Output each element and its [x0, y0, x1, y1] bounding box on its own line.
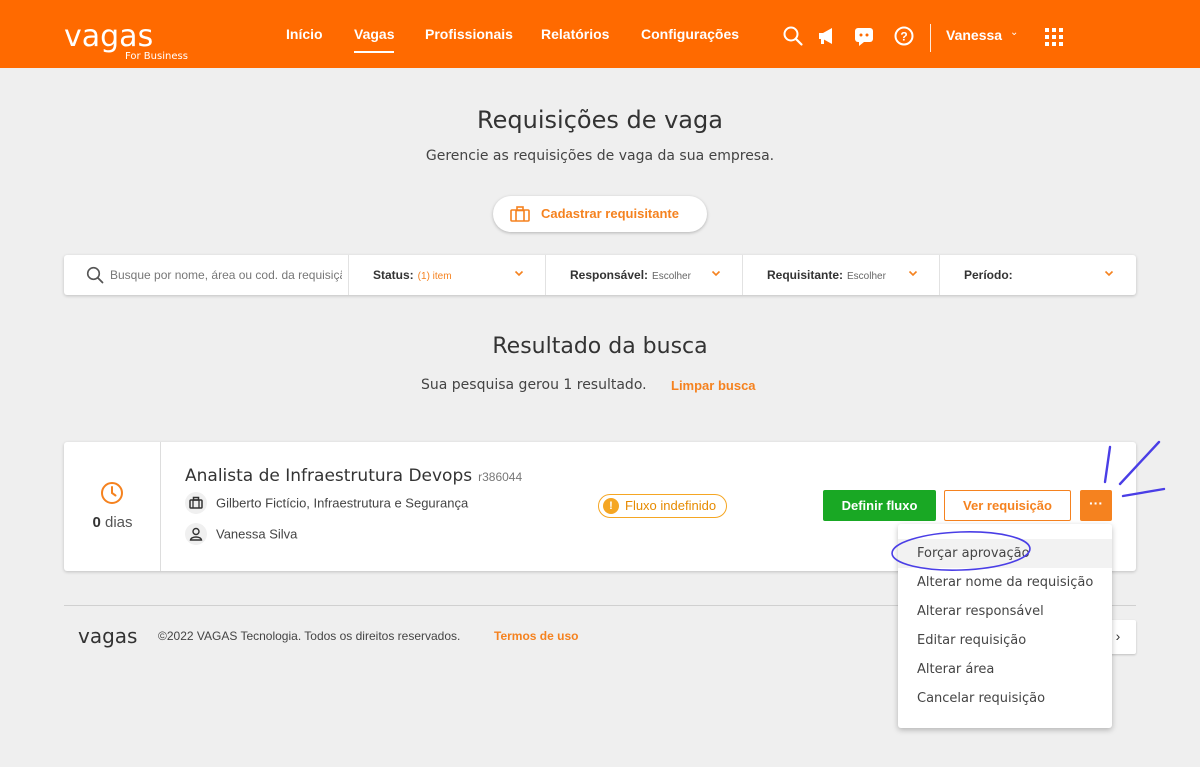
menu-item-editar-requisicao[interactable]: Editar requisição	[898, 626, 1112, 655]
nav-profissionais[interactable]: Profissionais	[425, 26, 513, 42]
menu-item-alterar-area[interactable]: Alterar área	[898, 655, 1112, 684]
status-filter[interactable]: Status: (1) item	[348, 255, 546, 295]
menu-item-cancelar-requisicao[interactable]: Cancelar requisição	[898, 684, 1112, 713]
status-filter-value: (1) item	[417, 271, 452, 282]
results-title: Resultado da busca	[492, 334, 708, 359]
logo-subtitle: For Business	[125, 51, 188, 62]
user-icon	[185, 523, 207, 545]
chevron-down-icon	[514, 270, 524, 277]
clock-icon	[101, 482, 123, 504]
briefcase-icon	[510, 206, 530, 222]
responsavel-filter-label: Responsável:	[570, 268, 649, 282]
requisitante-filter[interactable]: Requisitante: Escolher	[742, 255, 940, 295]
ver-requisicao-button[interactable]: Ver requisição	[944, 490, 1071, 521]
chevron-down-icon[interactable]: ⌄	[1010, 27, 1018, 38]
days-label: dias	[104, 514, 133, 531]
person-row: Vanessa Silva	[185, 523, 297, 545]
periodo-filter[interactable]: Período:	[939, 255, 1136, 295]
chevron-down-icon	[711, 270, 721, 277]
chevron-down-icon	[908, 270, 918, 277]
help-icon[interactable]: ?	[893, 25, 915, 47]
nav-configuracoes[interactable]: Configurações	[641, 26, 739, 42]
top-navbar: vagas For Business Início Vagas Profissi…	[0, 0, 1200, 68]
days-number: 0	[92, 514, 101, 531]
logo-wordmark: vagas	[64, 19, 154, 54]
periodo-filter-label: Período:	[964, 268, 1013, 282]
department-row: Gilberto Fictício, Infraestrutura e Segu…	[185, 492, 468, 514]
terms-link[interactable]: Termos de uso	[494, 629, 578, 643]
search-icon	[86, 266, 104, 284]
person-text: Vanessa Silva	[216, 526, 298, 542]
search-icon[interactable]	[782, 25, 804, 47]
apps-grid-icon[interactable]	[1045, 28, 1063, 46]
job-title-text: Analista de Infraestrutura Devops	[185, 466, 473, 486]
page-title: Requisições de vaga	[477, 106, 723, 134]
requisitante-filter-value: Escolher	[847, 271, 886, 282]
nav-vagas[interactable]: Vagas	[354, 26, 395, 53]
page-subtitle: Gerencie as requisições de vaga da sua e…	[425, 148, 775, 164]
menu-item-alterar-responsavel[interactable]: Alterar responsável	[898, 597, 1112, 626]
menu-item-forcar-aprovacao[interactable]: Forçar aprovação	[898, 539, 1112, 568]
nav-relatorios[interactable]: Relatórios	[541, 26, 609, 42]
warning-icon: !	[603, 498, 619, 514]
requisitante-filter-label: Requisitante:	[767, 268, 844, 282]
footer-logo: vagas	[78, 624, 138, 648]
menu-item-alterar-nome[interactable]: Alterar nome da requisição	[898, 568, 1112, 597]
filter-bar: Status:(1) item Responsável:Escolher Req…	[64, 255, 1136, 295]
more-options-menu: Forçar aprovação Alterar nome da requisi…	[898, 524, 1112, 728]
status-filter-label: Status:	[373, 268, 414, 282]
svg-text:?: ?	[900, 30, 907, 44]
days-panel: 0 dias	[64, 442, 161, 571]
definir-fluxo-button[interactable]: Definir fluxo	[823, 490, 936, 521]
more-options-button[interactable]: ···	[1080, 490, 1112, 521]
user-menu[interactable]: Vanessa	[946, 27, 1002, 43]
cadastrar-label: Cadastrar requisitante	[541, 206, 679, 221]
clear-search-link[interactable]: Limpar busca	[671, 378, 756, 393]
responsavel-filter[interactable]: Responsável: Escolher	[545, 255, 743, 295]
vagas-logo[interactable]: vagas For Business	[64, 19, 188, 63]
megaphone-icon[interactable]	[816, 25, 838, 47]
chat-icon[interactable]	[853, 25, 875, 47]
status-badge-text: Fluxo indefinido	[625, 498, 717, 513]
days-counter: 0 dias	[64, 514, 161, 531]
search-input[interactable]	[110, 265, 342, 285]
department-text: Gilberto Fictício, Infraestrutura e Segu…	[216, 495, 469, 511]
job-code: r386044	[478, 470, 523, 484]
header-divider	[930, 24, 931, 52]
briefcase-icon	[185, 492, 207, 514]
nav-inicio[interactable]: Início	[286, 26, 323, 42]
results-summary: Sua pesquisa gerou 1 resultado.	[421, 377, 647, 393]
status-badge: ! Fluxo indefinido	[598, 494, 728, 518]
responsavel-filter-value: Escolher	[652, 271, 691, 282]
chevron-down-icon	[1104, 270, 1114, 277]
job-title[interactable]: Analista de Infraestrutura Devops r386044	[185, 466, 522, 486]
footer-copyright: ©2022 VAGAS Tecnologia. Todos os direito…	[158, 629, 461, 643]
cadastrar-requisitante-button[interactable]: Cadastrar requisitante	[493, 196, 707, 232]
